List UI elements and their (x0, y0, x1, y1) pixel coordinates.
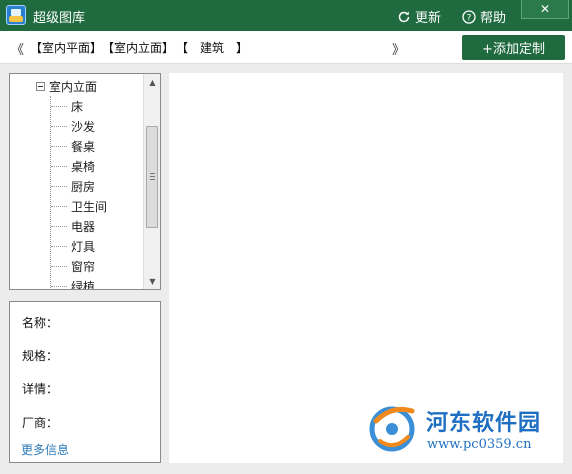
refresh-icon (398, 11, 410, 22)
collapse-icon[interactable] (36, 82, 45, 91)
category-bar: 《 【室内平面】 【室内立面】 【 建筑 】 》 +添加定制 (0, 31, 572, 64)
tree-item[interactable]: 电器 (51, 218, 95, 235)
add-custom-button[interactable]: +添加定制 (462, 35, 565, 60)
svg-text:?: ? (467, 13, 472, 23)
tree-item-label: 厨房 (71, 180, 96, 194)
tree-item[interactable]: 床 (51, 98, 83, 115)
vendor-label: 厂商： (22, 416, 59, 430)
tree-item-label: 沙发 (71, 120, 96, 134)
watermark-logo-icon (369, 406, 415, 452)
help-button[interactable]: ? 帮助 (462, 7, 506, 26)
tree-branch-line (51, 266, 67, 267)
watermark: 河东软件园 www.pc0359.cn (368, 401, 568, 469)
next-category-button[interactable]: 》 (392, 39, 405, 58)
tree-item-label: 桌椅 (71, 160, 96, 174)
tree-item-label: 电器 (71, 220, 96, 234)
tree-item-label: 卫生间 (71, 200, 108, 214)
tree-branch-line (51, 226, 67, 227)
tree-item-label: 窗帘 (71, 260, 96, 274)
scroll-up-icon[interactable]: ▲ (144, 74, 160, 90)
prev-category-button[interactable]: 《 (11, 39, 24, 58)
tree-item[interactable]: 灯具 (51, 238, 95, 255)
tree-item[interactable]: 桌椅 (51, 158, 95, 175)
help-label: 帮助 (480, 11, 507, 26)
category-tabs: 【室内平面】 【室内立面】 【 建筑 】 (30, 39, 248, 56)
item-info-panel: 名称： 规格： 详情： 厂商： 更多信息 (9, 301, 161, 463)
tree-branch-line (51, 286, 67, 287)
tree-item[interactable]: 厨房 (51, 178, 95, 195)
more-info-link[interactable]: 更多信息 (21, 441, 69, 458)
tree-item[interactable]: 餐桌 (51, 138, 95, 155)
tree-branch-line (51, 106, 67, 107)
refresh-label: 更新 (415, 11, 442, 26)
watermark-name: 河东软件园 (426, 410, 542, 436)
tree-item[interactable]: 卫生间 (51, 198, 107, 215)
tree-branch-line (51, 166, 67, 167)
tree-branch-line (51, 246, 67, 247)
tree-root-label: 室内立面 (49, 80, 98, 94)
tree-branch-line (51, 126, 67, 127)
tree-branch-line (51, 146, 67, 147)
spec-label: 规格： (22, 349, 59, 363)
tree-item-label: 绿植 (71, 280, 96, 290)
tree-branch-line (51, 186, 67, 187)
tree-item-label: 餐桌 (71, 140, 96, 154)
scroll-thumb[interactable] (146, 126, 158, 228)
tree-item[interactable]: 绿植 (51, 278, 96, 290)
help-icon: ? (462, 9, 476, 24)
refresh-button[interactable]: 更新 (397, 7, 441, 26)
title-bar: 超级图库 更新 ? 帮助 ✕ (0, 0, 572, 31)
app-title: 超级图库 (33, 11, 86, 26)
detail-label: 详情： (22, 382, 59, 396)
scroll-down-icon[interactable]: ▼ (144, 273, 160, 289)
name-label: 名称： (22, 316, 59, 330)
tree-item[interactable]: 窗帘 (51, 258, 95, 275)
tree-branch-line (51, 206, 67, 207)
tree-root[interactable]: 室内立面 (36, 78, 97, 95)
tree-item[interactable]: 沙发 (51, 118, 95, 135)
watermark-url: www.pc0359.cn (427, 437, 532, 452)
tree-scrollbar[interactable]: ▲ ▼ (143, 74, 160, 289)
close-button[interactable]: ✕ (521, 0, 569, 19)
category-tree: 室内立面 床沙发餐桌桌椅厨房卫生间电器灯具窗帘绿植 ▲ ▼ (9, 73, 161, 290)
app-logo-icon (6, 5, 26, 25)
tree-item-label: 灯具 (71, 240, 96, 254)
tree-item-label: 床 (71, 100, 84, 114)
tab-interior-plan[interactable]: 【室内平面】 (30, 39, 102, 56)
tab-architecture[interactable]: 【 建筑 】 (176, 39, 248, 56)
tab-interior-elevation[interactable]: 【室内立面】 (102, 39, 174, 56)
close-icon: ✕ (539, 2, 551, 16)
